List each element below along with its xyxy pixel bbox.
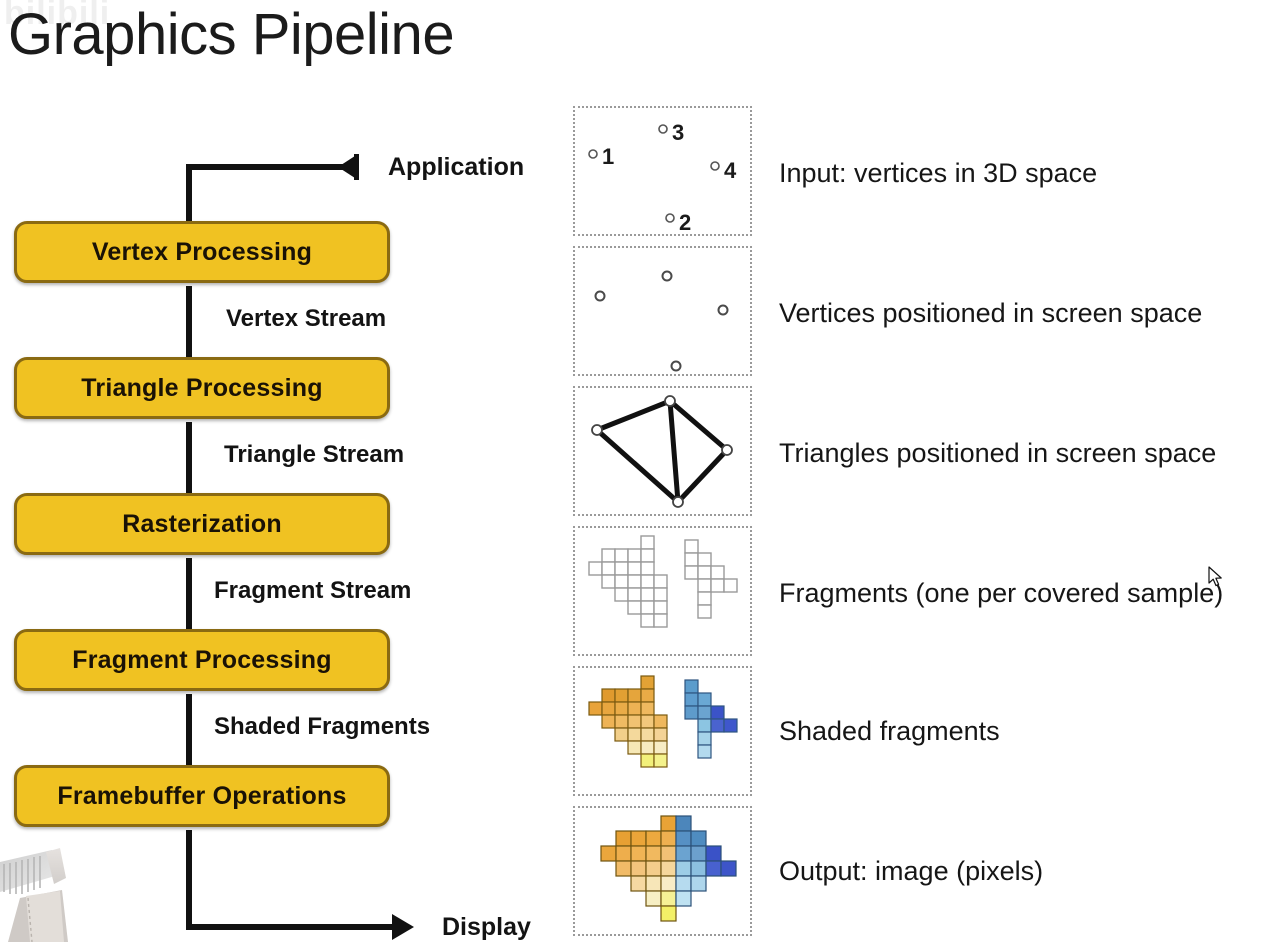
- caption-input-vertices: Input: vertices in 3D space: [779, 158, 1098, 188]
- page-title: Graphics Pipeline: [8, 2, 455, 67]
- stage-vertex-processing[interactable]: Vertex Processing: [14, 221, 390, 283]
- stream-label-shaded: Shaded Fragments: [214, 713, 431, 740]
- shaded-cluster-left: [588, 675, 668, 768]
- caption-screen-vertices: Vertices positioned in screen space: [779, 298, 1203, 328]
- panel-fragments: [573, 526, 752, 656]
- triangle-edges: [594, 398, 730, 505]
- stage-label: Vertex Processing: [91, 237, 313, 266]
- output-cluster-left: [600, 815, 677, 922]
- stage-rasterization[interactable]: Rasterization: [14, 493, 390, 555]
- vertex-markers: [588, 124, 720, 223]
- application-label: Application: [388, 153, 525, 181]
- pipeline-flowchart: Application Display Vertex Processing Tr…: [0, 140, 560, 941]
- stage-fragment-processing[interactable]: Fragment Processing: [14, 629, 390, 691]
- application-arrow-cap: [354, 154, 359, 180]
- stream-label-fragment: Fragment Stream: [214, 577, 412, 604]
- output-cluster-right: [675, 815, 737, 907]
- video-overlay-artifact: [0, 844, 88, 942]
- shaded-cluster-right: [684, 679, 738, 759]
- stage-label: Fragment Processing: [72, 645, 332, 674]
- panel-input-vertices: 1 3 4 2: [573, 106, 752, 236]
- application-arrow-line: [186, 164, 358, 170]
- display-arrow-line: [186, 924, 396, 930]
- stage-framebuffer-operations[interactable]: Framebuffer Operations: [14, 765, 390, 827]
- panel-output-image: [573, 806, 752, 936]
- caption-output-image: Output: image (pixels): [779, 856, 1044, 886]
- stage-label: Rasterization: [122, 509, 282, 538]
- mouse-cursor-icon: [1208, 566, 1224, 588]
- panel-triangles: [573, 386, 752, 516]
- caption-fragments: Fragments (one per covered sample): [779, 578, 1224, 608]
- video-artifact-image: [0, 844, 88, 942]
- spine-fragment-to-framebuffer: [186, 694, 192, 768]
- input-vertices-diagram: 1 3 4 2: [588, 120, 737, 234]
- stage-label: Triangle Processing: [81, 373, 323, 402]
- panel-screen-vertices: [573, 246, 752, 376]
- display-arrowhead-icon: [392, 914, 414, 940]
- vertex-number: 3: [672, 120, 684, 145]
- caption-shaded-fragments: Shaded fragments: [779, 716, 1000, 746]
- screen-vertices-diagram: [594, 270, 729, 372]
- fragment-cluster-right: [684, 539, 738, 619]
- cursor-arrow-glyph: [1208, 566, 1222, 587]
- stream-label-vertex: Vertex Stream: [226, 305, 387, 332]
- shaded-fragments-diagram: [588, 675, 738, 768]
- caption-triangles: Triangles positioned in screen space: [779, 438, 1217, 468]
- spine-triangle-to-raster: [186, 422, 192, 496]
- spine-framebuffer-to-display: [186, 830, 192, 930]
- output-image-diagram: [600, 815, 737, 922]
- vertex-number: 2: [679, 210, 691, 234]
- panel-shaded-fragments: [573, 666, 752, 796]
- spine-vertex-to-triangle: [186, 286, 192, 360]
- slide-canvas: bilibili Graphics Pipeline Application D…: [0, 0, 1268, 942]
- vertex-markers: [594, 270, 729, 372]
- stage-label: Framebuffer Operations: [57, 781, 347, 810]
- vertex-number: 1: [602, 144, 614, 169]
- fragment-cluster-left: [588, 535, 668, 628]
- triangles-diagram: [591, 395, 733, 508]
- stream-label-triangle: Triangle Stream: [224, 441, 405, 468]
- display-label: Display: [442, 913, 531, 941]
- stage-triangle-processing[interactable]: Triangle Processing: [14, 357, 390, 419]
- spine-app-to-vertex: [186, 164, 192, 224]
- fragments-outline-diagram: [588, 535, 738, 628]
- spine-raster-to-fragment: [186, 558, 192, 632]
- vertex-number: 4: [724, 158, 737, 183]
